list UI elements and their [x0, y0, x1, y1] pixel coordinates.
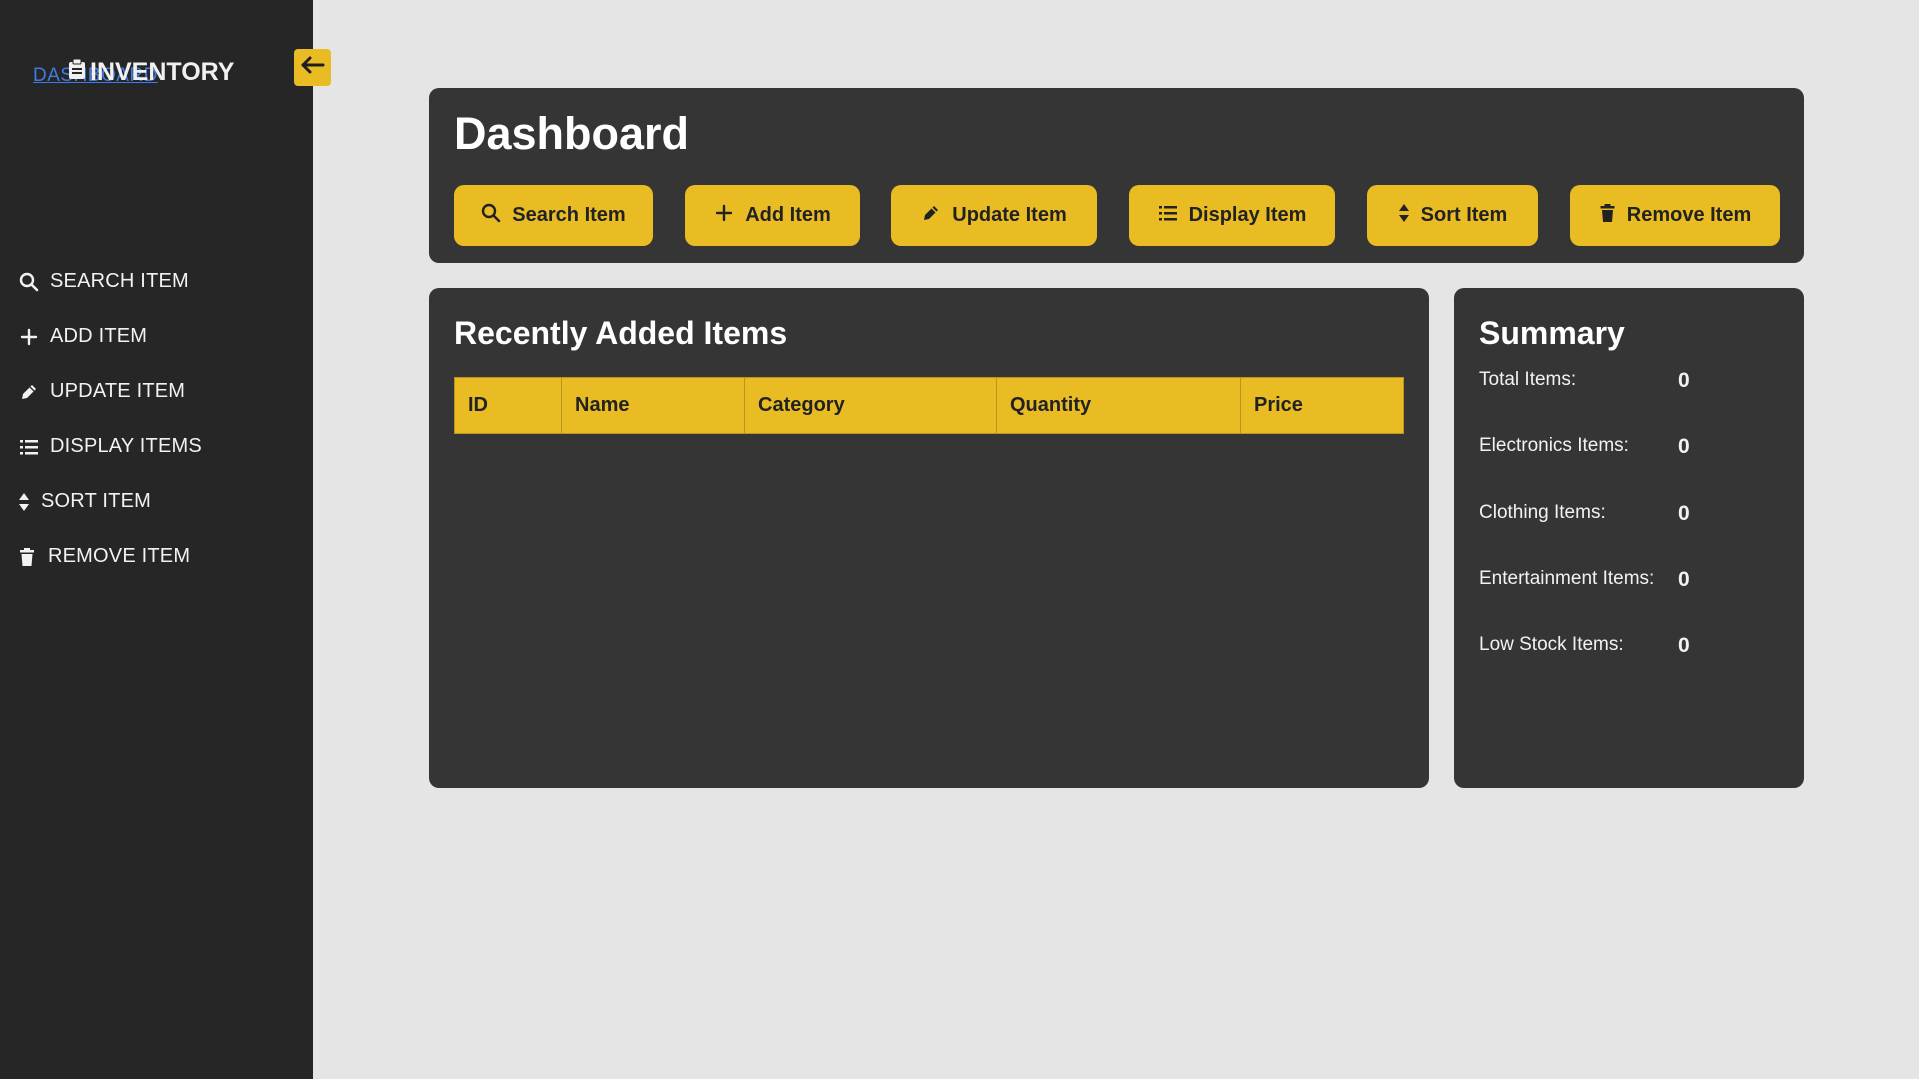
- column-header-name[interactable]: Name: [561, 377, 745, 434]
- sidebar-item-label: ADD ITEM: [50, 325, 148, 347]
- sidebar-item-label: SORT ITEM: [41, 490, 151, 512]
- sidebar-item-add[interactable]: ADD ITEM: [18, 309, 202, 364]
- sidebar-item-update[interactable]: UPDATE ITEM: [18, 364, 202, 419]
- brand-title-text: INVENTORY: [90, 58, 235, 86]
- button-label: Sort Item: [1420, 204, 1508, 226]
- search-icon: [481, 203, 501, 229]
- search-item-button[interactable]: Search Item: [454, 185, 653, 246]
- button-label: Update Item: [952, 204, 1067, 226]
- summary-label: Low Stock Items:: [1479, 634, 1624, 655]
- plus-icon: [714, 203, 734, 229]
- button-label: Search Item: [512, 204, 626, 226]
- summary-value: 0: [1678, 435, 1690, 458]
- clipboard-icon: [67, 58, 87, 87]
- recently-added-title: Recently Added Items: [454, 315, 788, 351]
- sidebar-item-label: SEARCH ITEM: [50, 270, 189, 292]
- list-icon: [1158, 203, 1178, 229]
- brand: DASHBOARD INVENTORY: [33, 58, 263, 88]
- summary-value: 0: [1678, 568, 1690, 591]
- sidebar-item-label: UPDATE ITEM: [50, 380, 186, 402]
- pencil-icon: [921, 203, 941, 229]
- add-item-button[interactable]: Add Item: [685, 185, 860, 246]
- items-table: ID Name Category Quantity Price: [454, 377, 1404, 434]
- plus-icon: [18, 326, 40, 348]
- dashboard-header: Dashboard Search Item Add Item Update It…: [429, 88, 1804, 263]
- page-title: Dashboard: [454, 108, 690, 159]
- button-label: Display Item: [1188, 204, 1307, 226]
- summary-label: Electronics Items:: [1479, 435, 1629, 456]
- sidebar-item-label: REMOVE ITEM: [48, 545, 191, 567]
- summary-value: 0: [1678, 502, 1690, 525]
- pencil-icon: [18, 381, 40, 403]
- sidebar-item-label: DISPLAY ITEMS: [50, 435, 202, 457]
- summary-panel: Summary Total Items: 0 Electronics Items…: [1454, 288, 1804, 788]
- trash-icon: [18, 546, 36, 568]
- column-header-id[interactable]: ID: [454, 377, 562, 434]
- sidebar-item-search[interactable]: SEARCH ITEM: [18, 254, 202, 309]
- list-icon: [18, 436, 40, 458]
- sort-item-button[interactable]: Sort Item: [1367, 185, 1538, 246]
- remove-item-button[interactable]: Remove Item: [1570, 185, 1780, 246]
- sort-icon: [1398, 203, 1410, 229]
- search-icon: [18, 271, 40, 293]
- sidebar-nav: SEARCH ITEM ADD ITEM UPDATE ITEM DISPLAY…: [18, 254, 202, 584]
- summary-label: Entertainment Items:: [1479, 568, 1655, 589]
- summary-title: Summary: [1479, 315, 1625, 351]
- column-header-price[interactable]: Price: [1240, 377, 1404, 434]
- sidebar: DASHBOARD INVENTORY SEARCH ITEM ADD ITEM…: [0, 0, 313, 1079]
- summary-value: 0: [1678, 634, 1690, 657]
- summary-label: Clothing Items:: [1479, 502, 1606, 523]
- sidebar-item-remove[interactable]: REMOVE ITEM: [18, 529, 202, 584]
- trash-icon: [1599, 203, 1616, 229]
- column-header-quantity[interactable]: Quantity: [996, 377, 1241, 434]
- recently-added-panel: Recently Added Items ID Name Category Qu…: [429, 288, 1429, 788]
- brand-title: INVENTORY: [67, 58, 234, 87]
- sidebar-item-display[interactable]: DISPLAY ITEMS: [18, 419, 202, 474]
- update-item-button[interactable]: Update Item: [891, 185, 1097, 246]
- button-label: Add Item: [745, 204, 831, 226]
- collapse-sidebar-button[interactable]: [294, 49, 331, 86]
- sidebar-item-sort[interactable]: SORT ITEM: [16, 474, 202, 529]
- summary-label: Total Items:: [1479, 369, 1577, 390]
- display-item-button[interactable]: Display Item: [1129, 185, 1335, 246]
- button-label: Remove Item: [1626, 204, 1752, 226]
- summary-value: 0: [1678, 369, 1690, 392]
- table-header-row: ID Name Category Quantity Price: [454, 377, 1404, 434]
- sort-icon: [16, 491, 32, 513]
- arrow-left-icon: [300, 55, 325, 80]
- column-header-category[interactable]: Category: [744, 377, 997, 434]
